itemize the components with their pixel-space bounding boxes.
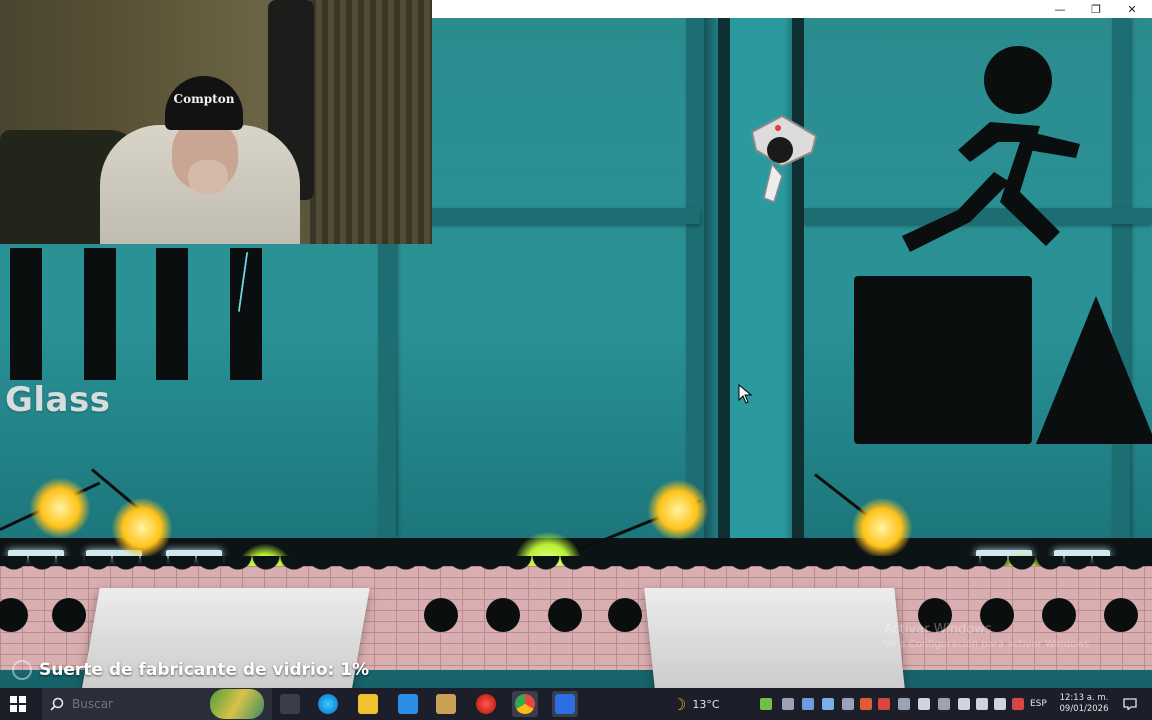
floor-hole [548,598,582,632]
watermark-title: Activar Windows [884,622,992,637]
glass-bar [10,248,42,380]
app-icon[interactable] [436,694,456,714]
triangle-sign [1036,296,1152,444]
start-button[interactable] [0,688,36,720]
webcam-overlay: Compton [0,0,432,244]
tray-icon[interactable] [898,698,910,710]
yellow-light [648,480,708,540]
search-icon [50,697,64,711]
cap-text: Compton [173,92,235,106]
white-block [644,588,906,688]
floor-trim [0,556,1152,576]
floor-hole [424,598,458,632]
tray-icon[interactable] [1012,698,1024,710]
roblox-icon [555,694,575,714]
screen: Glass Activar Windows Ve a Configuración… [0,0,1152,720]
webcam-hand [188,160,228,194]
tray-icon[interactable] [860,698,872,710]
weather-temp: 13°C [692,697,720,711]
floor-hole [608,598,642,632]
store-icon[interactable] [398,694,418,714]
tray-icon[interactable] [782,698,794,710]
yellow-light [30,478,90,538]
watermark-subtitle: Ve a Configuración para activar Windows. [884,639,1093,650]
taskbar: ☽ 13°C ESP 12:13 a. m. 09/01/2026 [0,688,1152,720]
battery-icon[interactable] [994,698,1006,710]
floor-hole [486,598,520,632]
tray-icon[interactable] [760,698,772,710]
close-button[interactable]: ✕ [1114,0,1150,18]
security-camera-icon [750,114,818,203]
edge-icon[interactable] [318,694,338,714]
clock-date: 09/01/2026 [1059,704,1109,714]
luck-indicator: Suerte de fabricante de vidrio: 1% [12,660,369,680]
weather-widget[interactable]: ☽ 13°C [672,688,720,720]
widget-icon[interactable] [210,689,264,719]
tray-icon[interactable] [822,698,834,710]
network-icon[interactable] [976,698,988,710]
floor-hole [52,598,86,632]
runner-sign-icon [902,46,1080,252]
notification-icon [1123,698,1137,710]
wall-beam [1112,18,1130,538]
task-view-icon[interactable] [280,694,300,714]
material-label: Glass [5,380,111,420]
pillar-edge [792,18,804,568]
floor-hole [1104,598,1138,632]
notification-button[interactable] [1116,688,1144,720]
tray-icon[interactable] [878,698,890,710]
search-input[interactable] [72,697,222,711]
window-titlebar: — ❐ ✕ [432,0,1152,18]
wall-beam [686,18,704,538]
yellow-light [112,498,172,558]
weather-icon: ☽ [672,694,687,714]
file-explorer-icon[interactable] [358,694,378,714]
luck-text: Suerte de fabricante de vidrio: 1% [39,660,370,680]
minimize-button[interactable]: — [1042,0,1078,18]
square-sign [854,276,1032,444]
wall-beam [430,208,700,224]
chrome-icon [515,694,535,714]
windows-icon [10,696,26,712]
glass-bar [156,248,188,380]
restore-button[interactable]: ❐ [1078,0,1114,18]
mouse-cursor-icon [738,384,752,404]
activation-watermark: Activar Windows Ve a Configuración para … [884,622,1093,650]
tray-icon[interactable] [918,698,930,710]
language-indicator[interactable]: ESP [1030,688,1047,720]
volume-icon[interactable] [958,698,970,710]
yellow-light [852,498,912,558]
clock[interactable]: 12:13 a. m. 09/01/2026 [1056,688,1112,720]
tray-icon[interactable] [938,698,950,710]
clock-time: 12:13 a. m. [1059,693,1109,703]
tray-icon[interactable] [802,698,814,710]
loading-ring-icon [12,660,32,680]
recorder-icon[interactable] [476,694,496,714]
tray-icon[interactable] [842,698,854,710]
pillar-edge [718,18,730,568]
webcam-curtain [310,0,432,244]
glass-bar [84,248,116,380]
